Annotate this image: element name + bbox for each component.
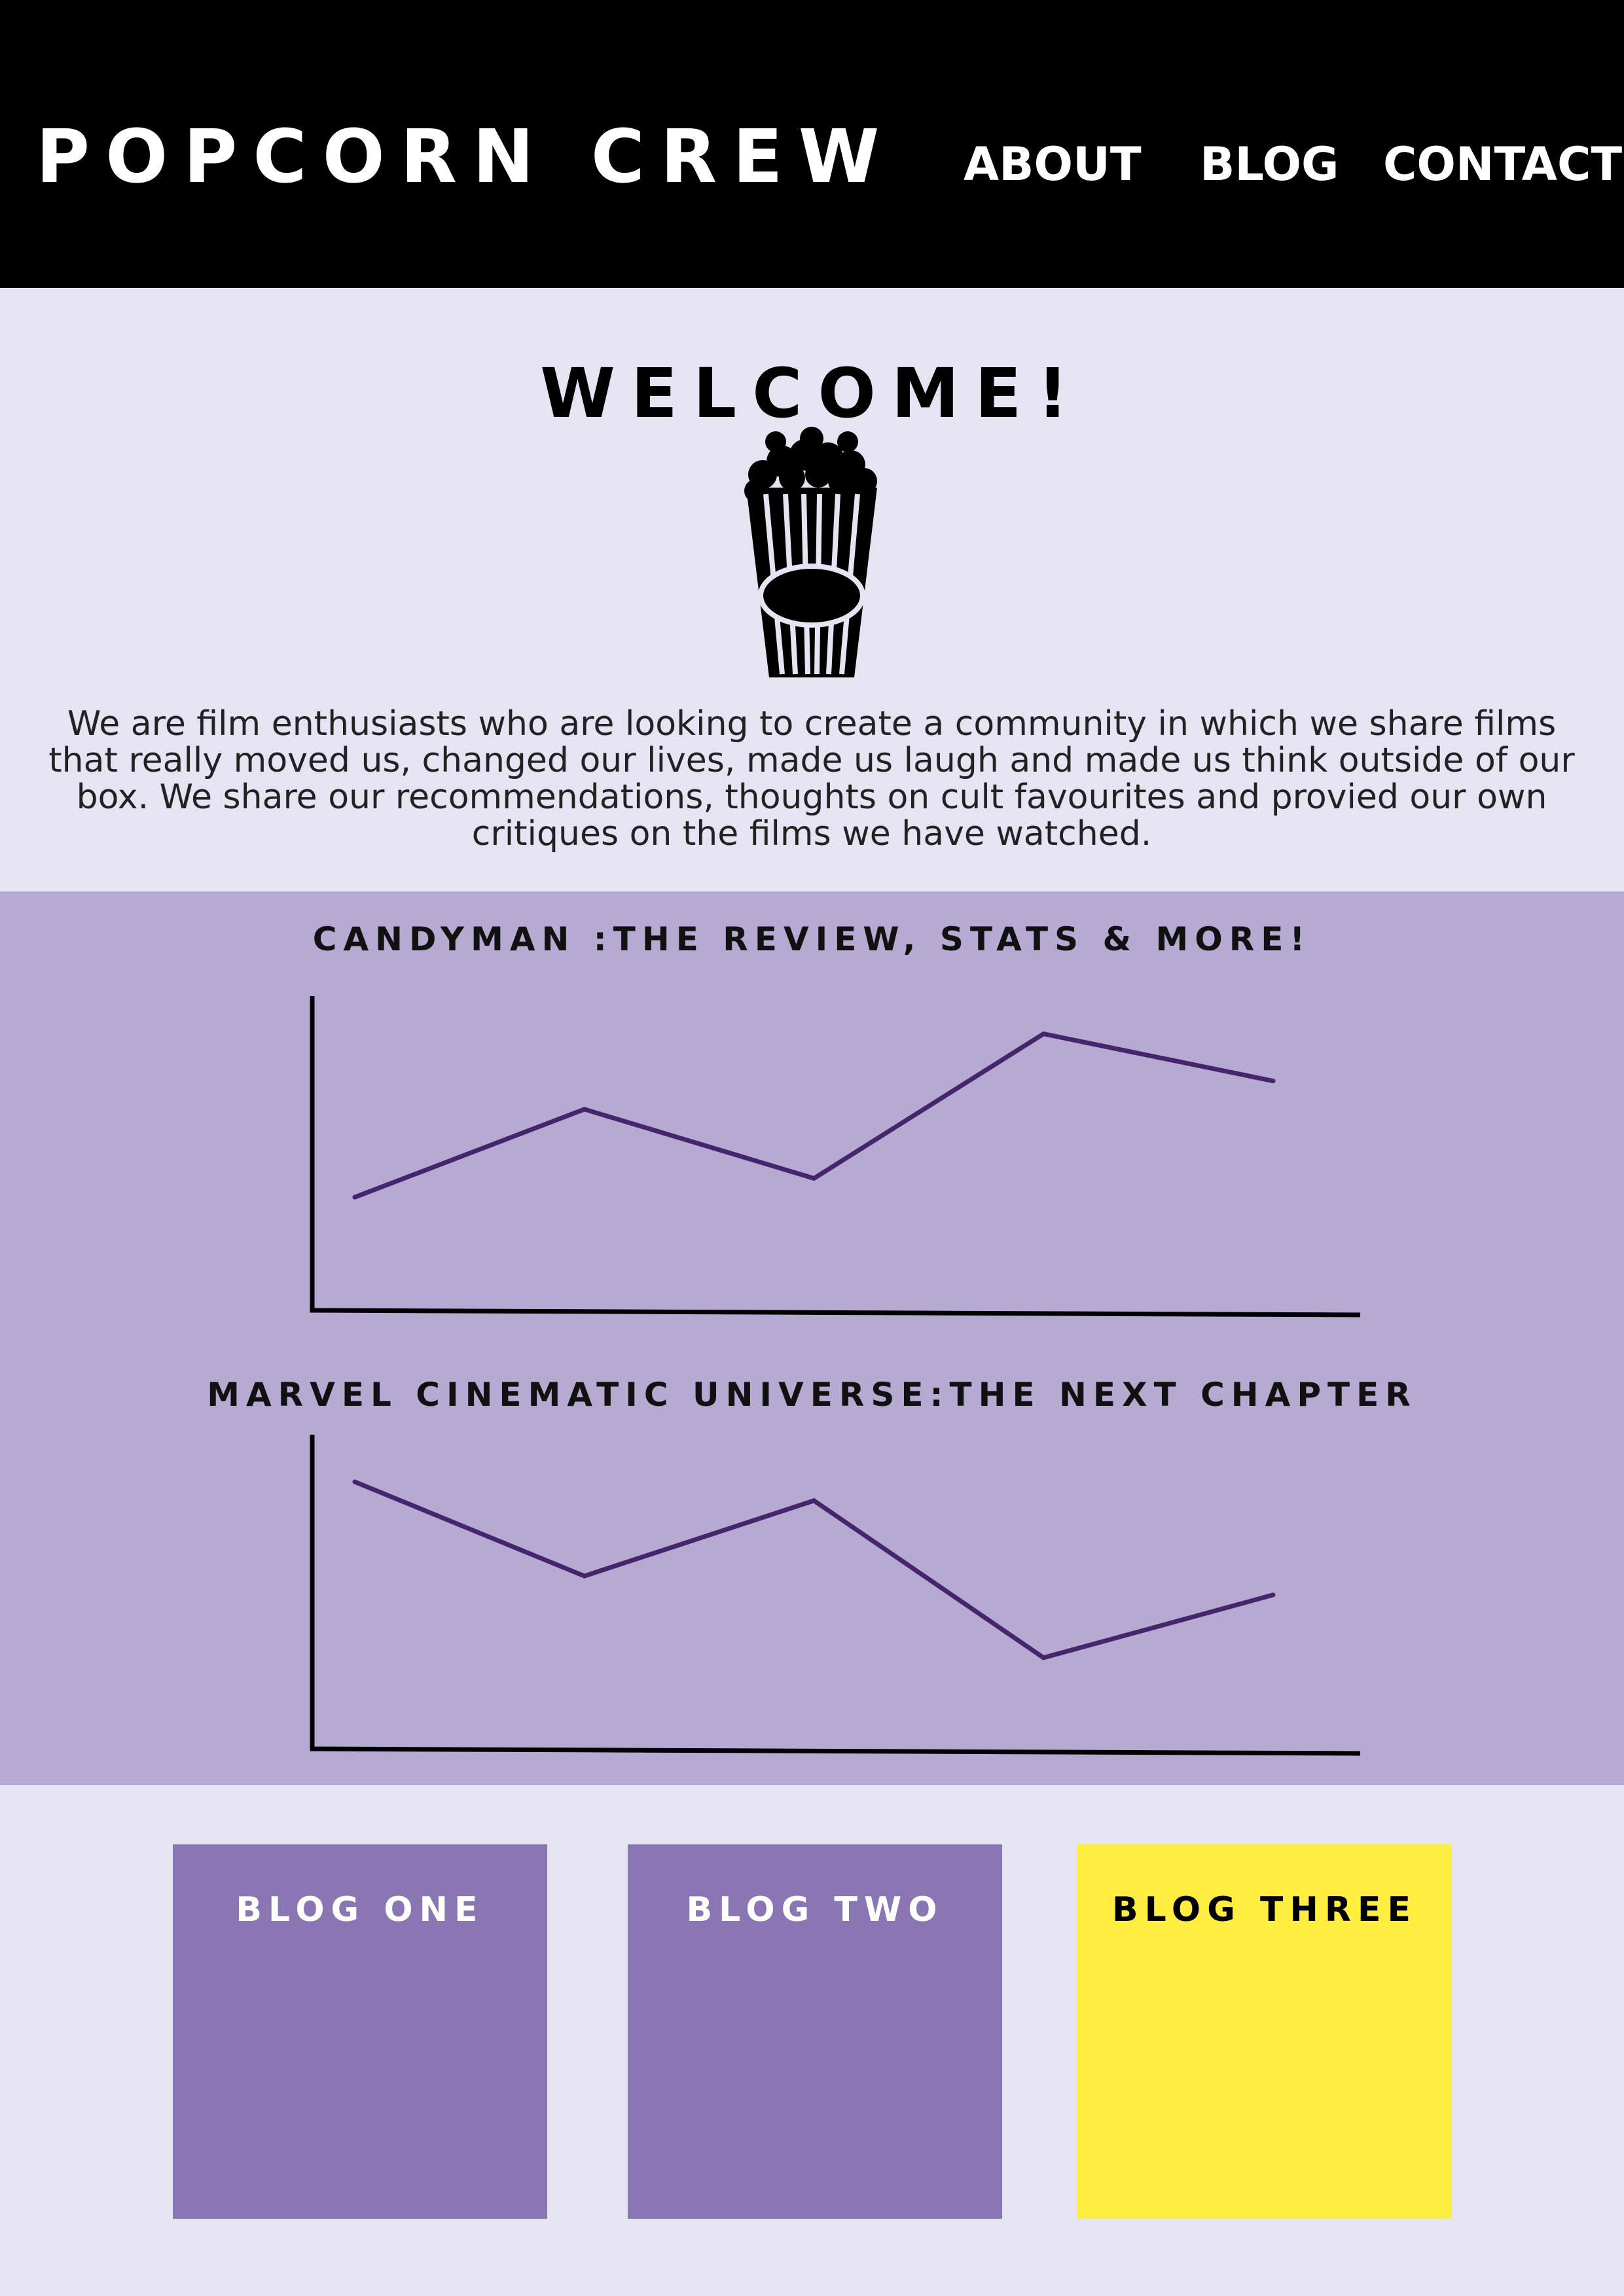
- chart-mcu: [310, 1435, 1361, 1756]
- chart-point: [1041, 1031, 1046, 1037]
- chart-series-line: [353, 1479, 1274, 1660]
- intro-paragraph: We are film enthusiasts who are looking …: [48, 704, 1575, 853]
- site-logo[interactable]: POPCORN CREW: [36, 115, 895, 200]
- chart-point: [352, 1479, 357, 1484]
- welcome-heading: WELCOME!: [540, 353, 1084, 433]
- blog-card-label: BLOG TWO: [686, 1890, 944, 1929]
- chart-axes: [310, 1435, 1361, 1756]
- nav-link-about[interactable]: ABOUT: [964, 137, 1142, 191]
- blog-card-label: BLOG THREE: [1112, 1890, 1417, 1929]
- chart-point: [1271, 1592, 1276, 1598]
- stats-section: CANDYMAN :THE REVIEW, STATS & MORE! MARV…: [0, 891, 1624, 1785]
- chart-series-line: [353, 1031, 1274, 1200]
- nav-link-blog[interactable]: BLOG: [1200, 137, 1339, 191]
- chart-title-mcu: MARVEL CINEMATIC UNIVERSE:THE NEXT CHAPT…: [207, 1376, 1417, 1414]
- chart-point: [812, 1175, 816, 1181]
- popcorn-bucket-icon: [744, 427, 877, 677]
- chart-point: [582, 1107, 587, 1112]
- blog-card-two[interactable]: BLOG TWO: [628, 1844, 1002, 2219]
- nav-link-contact[interactable]: CONTACT: [1383, 137, 1622, 191]
- chart-title-candyman: CANDYMAN :THE REVIEW, STATS & MORE!: [312, 920, 1312, 958]
- chart-point: [582, 1573, 587, 1579]
- chart-point: [812, 1498, 816, 1503]
- chart-point: [1041, 1655, 1046, 1660]
- site-header: POPCORN CREW ABOUT BLOG CONTACT: [0, 0, 1624, 288]
- blog-card-three[interactable]: BLOG THREE: [1077, 1844, 1452, 2219]
- chart-point: [1271, 1079, 1276, 1084]
- chart-candyman: [310, 996, 1361, 1318]
- chart-point: [352, 1194, 357, 1200]
- blog-card-label: BLOG ONE: [236, 1890, 484, 1929]
- blog-card-one[interactable]: BLOG ONE: [173, 1844, 547, 2219]
